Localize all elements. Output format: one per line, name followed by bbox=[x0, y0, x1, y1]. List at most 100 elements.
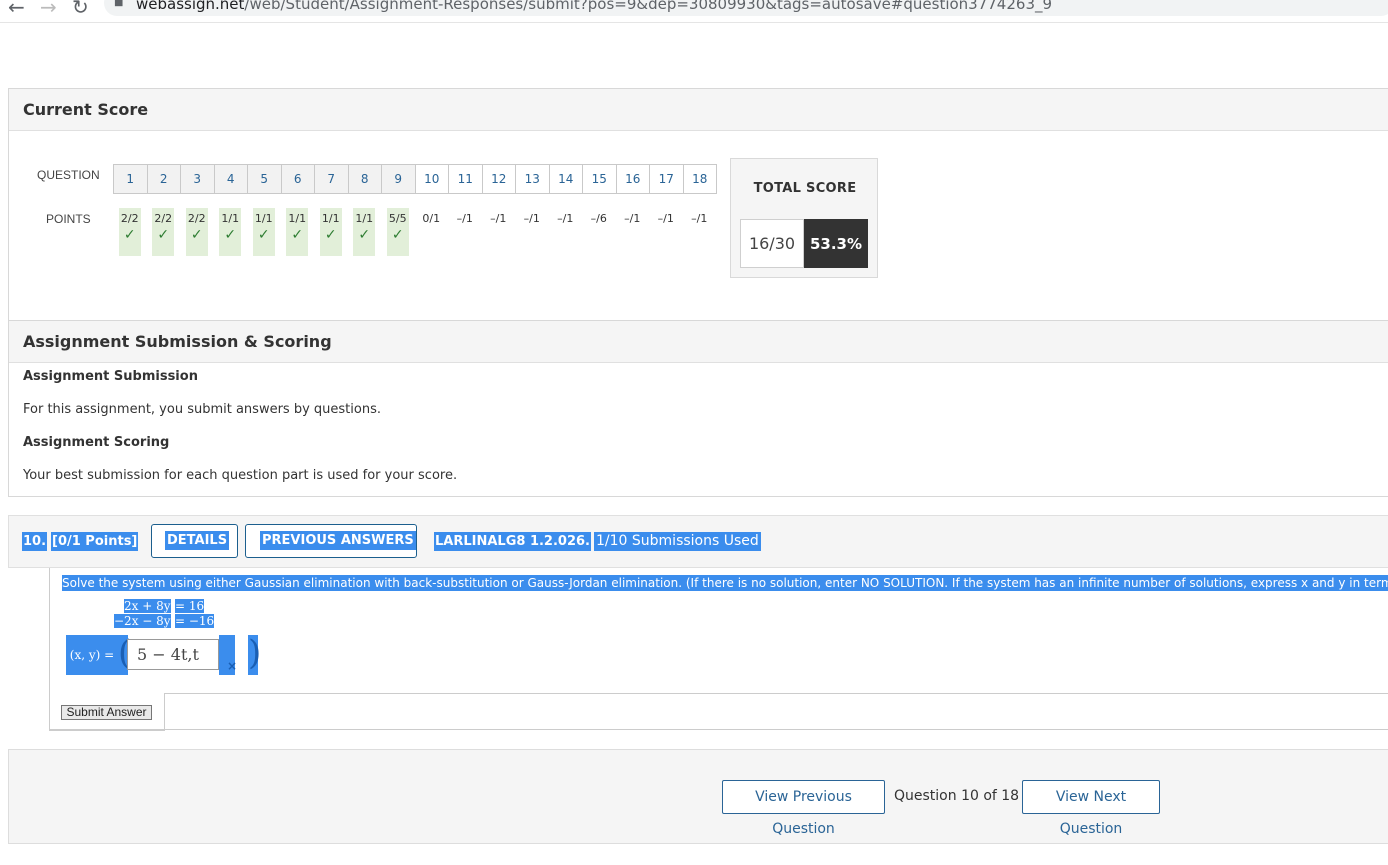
assignment-scoring-title: Assignment Scoring bbox=[23, 435, 170, 450]
view-previous-question-button[interactable]: View Previous Question bbox=[722, 780, 885, 837]
current-score-heading: Current Score bbox=[9, 89, 1388, 131]
question-link-10[interactable]: 10 bbox=[414, 164, 449, 194]
url-host: webassign.net bbox=[136, 0, 245, 13]
equation-2-lhs: −2x − 8y bbox=[114, 614, 171, 628]
url-path: /web/Student/Assignment-Responses/submit… bbox=[244, 0, 1053, 13]
points-value: 5/5 bbox=[388, 212, 407, 225]
points-value: 2/2 bbox=[120, 212, 139, 225]
points-cell-13: –/1 bbox=[521, 208, 543, 256]
points-cell-16: –/1 bbox=[621, 208, 643, 256]
question-link-9[interactable]: 9 bbox=[381, 164, 416, 194]
question-link-18[interactable]: 18 bbox=[682, 164, 717, 194]
checkmark-icon: ✓ bbox=[257, 227, 270, 243]
question-number-row: 1 2 3 4 5 6 7 8 9 10 11 12 13 14 15 16 17 18 bbox=[113, 164, 717, 194]
question-row-label: QUESTION bbox=[37, 168, 100, 182]
question-link-2[interactable]: 2 bbox=[146, 164, 181, 194]
question-reference: LARLINALG8 1.2.026. bbox=[434, 532, 591, 551]
question-link-3[interactable]: 3 bbox=[180, 164, 215, 194]
points-cell-12: –/1 bbox=[487, 208, 509, 256]
equation-2-rhs: = −16 bbox=[175, 614, 215, 628]
points-cell-11: –/1 bbox=[454, 208, 476, 256]
submission-scoring-heading: Assignment Submission & Scoring bbox=[9, 321, 1388, 363]
question-link-6[interactable]: 6 bbox=[280, 164, 315, 194]
points-value: –/1 bbox=[490, 212, 507, 225]
points-cell-4: 1/1 ✓ bbox=[219, 208, 242, 256]
points-value: –/1 bbox=[557, 212, 574, 225]
answer-label: (x, y) = bbox=[66, 635, 118, 675]
points-cell-9: 5/5 ✓ bbox=[386, 208, 409, 256]
points-cell-18: –/1 bbox=[688, 208, 710, 256]
points-cell-10: 0/1 bbox=[420, 208, 442, 256]
question-link-11[interactable]: 11 bbox=[448, 164, 483, 194]
forward-arrow-icon[interactable]: → bbox=[40, 0, 57, 19]
points-cell-17: –/1 bbox=[655, 208, 677, 256]
question-link-1[interactable]: 1 bbox=[113, 164, 148, 194]
lock-icon: ■ bbox=[114, 0, 124, 8]
points-value: 1/1 bbox=[321, 212, 340, 225]
total-score-box: TOTAL SCORE 16/30 53.3% bbox=[730, 158, 878, 278]
checkmark-icon: ✓ bbox=[190, 227, 203, 243]
details-button[interactable]: DETAILS bbox=[151, 524, 238, 558]
points-cell-14: –/1 bbox=[554, 208, 576, 256]
previous-answers-button[interactable]: PREVIOUS ANSWERS bbox=[245, 524, 417, 558]
checkmark-icon: ✓ bbox=[157, 227, 170, 243]
points-cell-15: –/6 bbox=[588, 208, 610, 256]
question-link-14[interactable]: 14 bbox=[548, 164, 583, 194]
total-score-label: TOTAL SCORE bbox=[753, 181, 857, 196]
points-value: 2/2 bbox=[154, 212, 173, 225]
question-nav-footer bbox=[8, 749, 1388, 844]
points-cell-5: 1/1 ✓ bbox=[252, 208, 275, 256]
question-link-4[interactable]: 4 bbox=[213, 164, 248, 194]
points-value: –/1 bbox=[691, 212, 708, 225]
back-arrow-icon[interactable]: ← bbox=[8, 0, 25, 19]
question-link-8[interactable]: 8 bbox=[347, 164, 382, 194]
points-value: 1/1 bbox=[254, 212, 273, 225]
points-value: –/1 bbox=[456, 212, 473, 225]
question-link-12[interactable]: 12 bbox=[481, 164, 516, 194]
checkmark-icon: ✓ bbox=[123, 227, 136, 243]
points-value: 1/1 bbox=[288, 212, 307, 225]
assignment-submission-title: Assignment Submission bbox=[23, 369, 198, 384]
checkmark-icon: ✓ bbox=[291, 227, 304, 243]
url-text[interactable]: webassign.net/web/Student/Assignment-Res… bbox=[136, 0, 1052, 13]
total-score-percent: 53.3% bbox=[804, 219, 868, 268]
points-cell-8: 1/1 ✓ bbox=[353, 208, 376, 256]
equation-1-rhs: = 16 bbox=[175, 599, 205, 613]
question-number: 10. bbox=[22, 532, 48, 551]
points-cell-6: 1/1 ✓ bbox=[286, 208, 309, 256]
question-points: [0/1 Points] bbox=[51, 532, 139, 551]
question-link-13[interactable]: 13 bbox=[515, 164, 550, 194]
points-cell-1: 2/2 ✓ bbox=[118, 208, 141, 256]
previous-answers-button-label: PREVIOUS ANSWERS bbox=[260, 531, 416, 550]
equation-1-lhs: 2x + 8y bbox=[124, 599, 171, 613]
question-link-16[interactable]: 16 bbox=[615, 164, 650, 194]
question-link-17[interactable]: 17 bbox=[649, 164, 684, 194]
checkmark-icon: ✓ bbox=[224, 227, 237, 243]
points-value: 1/1 bbox=[355, 212, 374, 225]
details-button-label: DETAILS bbox=[165, 531, 230, 550]
points-cell-7: 1/1 ✓ bbox=[319, 208, 342, 256]
reload-icon[interactable]: ↻ bbox=[72, 0, 89, 19]
clear-answer-icon[interactable]: × bbox=[225, 659, 239, 673]
points-value: –/1 bbox=[523, 212, 540, 225]
view-next-question-button[interactable]: View Next Question bbox=[1022, 780, 1160, 837]
points-value: –/1 bbox=[624, 212, 641, 225]
question-prompt: Solve the system using either Gaussian e… bbox=[62, 575, 1388, 591]
question-link-7[interactable]: 7 bbox=[314, 164, 349, 194]
assignment-scoring-text: Your best submission for each question p… bbox=[23, 468, 458, 483]
submit-answer-button[interactable]: Submit Answer bbox=[61, 705, 152, 720]
points-row: 2/2 ✓ 2/2 ✓ 2/2 ✓ 1/1 ✓ 1/1 ✓ 1/1 ✓ 1/1 ✓ 1/1 ✓ 5/5 ✓ 0/1 –… bbox=[113, 208, 716, 256]
points-value: 0/1 bbox=[422, 212, 441, 225]
answer-input[interactable]: 5 − 4t,t bbox=[127, 639, 219, 670]
browser-toolbar: ← → ↻ ■ webassign.net/web/Student/Assign… bbox=[0, 0, 1388, 23]
assignment-submission-text: For this assignment, you submit answers … bbox=[23, 402, 381, 417]
question-link-5[interactable]: 5 bbox=[247, 164, 282, 194]
question-link-15[interactable]: 15 bbox=[582, 164, 617, 194]
checkmark-icon: ✓ bbox=[358, 227, 371, 243]
question-position: Question 10 of 18 bbox=[894, 788, 1020, 804]
points-cell-2: 2/2 ✓ bbox=[152, 208, 175, 256]
points-row-label: POINTS bbox=[46, 212, 91, 226]
submissions-used: 1/10 Submissions Used bbox=[594, 532, 761, 551]
total-score-fraction: 16/30 bbox=[740, 219, 804, 268]
points-value: –/6 bbox=[590, 212, 607, 225]
